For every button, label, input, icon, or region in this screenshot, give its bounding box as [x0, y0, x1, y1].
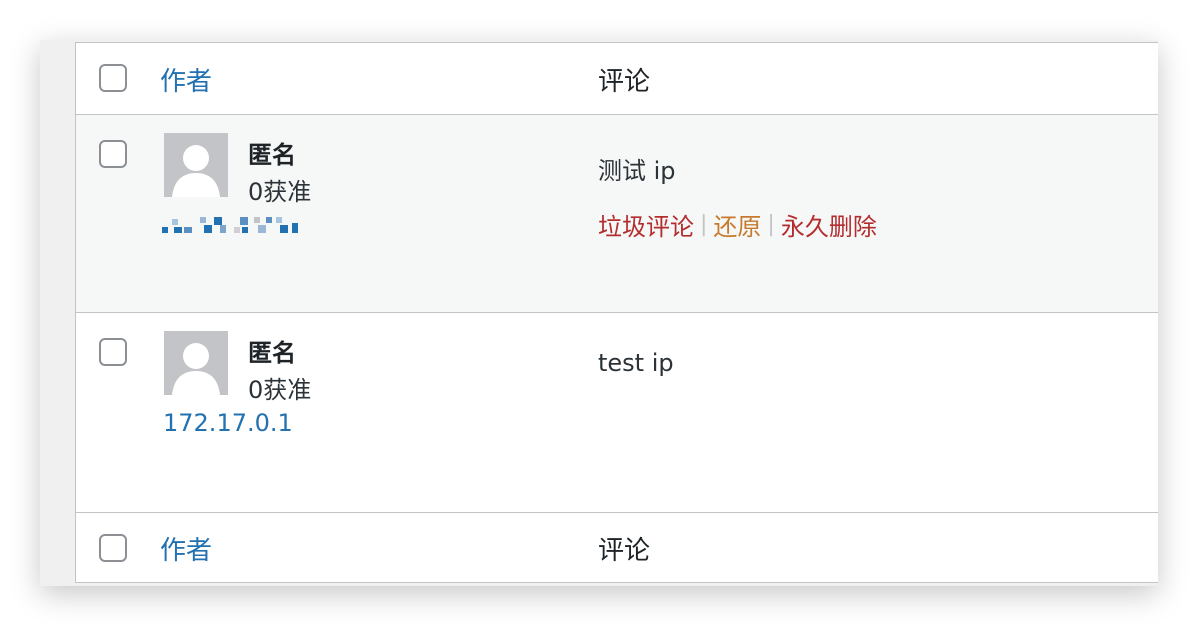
default-avatar-icon — [164, 133, 228, 197]
comment-text: test ip — [598, 349, 674, 377]
author-approved-count: 0获准 — [248, 376, 312, 404]
row-checkbox[interactable] — [99, 338, 127, 366]
action-separator: | — [700, 212, 708, 237]
spam-action-link[interactable]: 垃圾评论 — [598, 207, 694, 242]
avatar — [164, 331, 228, 395]
delete-permanently-action-link[interactable]: 永久删除 — [781, 207, 877, 242]
table-row: 匿名 0获准 测试 ip 垃圾评论 | 还原 | 永久删除 — [76, 115, 1158, 313]
default-avatar-icon — [164, 331, 228, 395]
author-ip-link[interactable]: 172.17.0.1 — [163, 409, 293, 437]
author-name: 匿名 — [248, 141, 296, 169]
author-approved-count: 0获准 — [248, 178, 312, 206]
comment-text: 测试 ip — [598, 157, 676, 185]
comments-table: 作者 评论 匿名 0获准 测试 ip 垃圾评论 | 还原 | 永久删除 匿名 0… — [75, 42, 1158, 583]
column-footer-author[interactable]: 作者 — [160, 530, 212, 567]
restore-action-link[interactable]: 还原 — [713, 207, 761, 242]
author-name: 匿名 — [248, 339, 296, 367]
row-actions: 垃圾评论 | 还原 | 永久删除 — [598, 207, 877, 242]
select-all-checkbox[interactable] — [99, 64, 127, 92]
row-checkbox[interactable] — [99, 140, 127, 168]
avatar — [164, 133, 228, 197]
redacted-ip-address — [162, 217, 298, 233]
column-header-author[interactable]: 作者 — [160, 61, 212, 98]
column-footer-comment: 评论 — [598, 536, 651, 566]
table-row: 匿名 0获准 172.17.0.1 test ip — [76, 313, 1158, 513]
column-header-comment: 评论 — [598, 67, 651, 97]
table-footer-row: 作者 评论 — [76, 513, 1158, 583]
table-header-row: 作者 评论 — [76, 43, 1158, 115]
action-separator: | — [767, 212, 775, 237]
select-all-checkbox-footer[interactable] — [99, 534, 127, 562]
